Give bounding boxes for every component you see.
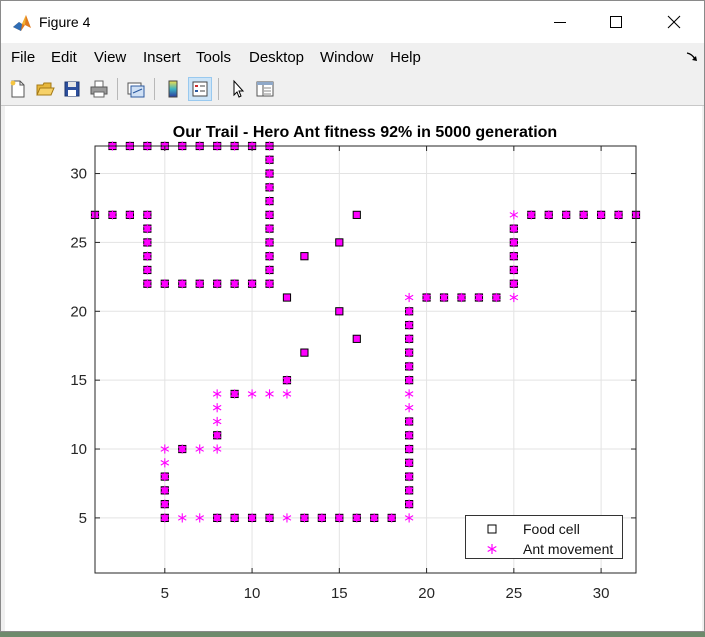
menu-bar: File Edit View Insert Tools Desktop Wind… xyxy=(1,43,704,71)
save-icon xyxy=(64,81,80,97)
folder-icon xyxy=(36,82,55,96)
menu-view[interactable]: View xyxy=(94,49,126,66)
legend-label-ant: Ant movement xyxy=(523,541,614,557)
x-tick-label: 15 xyxy=(331,585,348,602)
asterisk-marker-icon xyxy=(487,544,497,554)
property-inspector-icon xyxy=(256,81,274,97)
print-button[interactable] xyxy=(87,77,111,101)
insert-legend-button[interactable] xyxy=(188,77,212,101)
food-cell-marker xyxy=(300,252,309,261)
food-cell-marker xyxy=(352,210,361,219)
toolbar-separator xyxy=(117,78,118,100)
legend-entry-ant: Ant movement xyxy=(466,539,622,559)
legend-label-food: Food cell xyxy=(523,521,580,537)
figure-toolbar xyxy=(1,73,704,106)
new-file-icon xyxy=(10,80,25,98)
menu-tools[interactable]: Tools xyxy=(196,49,231,66)
menu-window[interactable]: Window xyxy=(320,49,373,66)
maximize-button[interactable] xyxy=(588,1,644,43)
menu-file[interactable]: File xyxy=(11,49,35,66)
x-tick-label: 25 xyxy=(505,585,522,602)
open-file-button[interactable] xyxy=(33,77,57,101)
y-tick-label: 25 xyxy=(70,234,87,251)
link-plot-button[interactable] xyxy=(124,77,148,101)
x-tick-label: 10 xyxy=(244,585,261,602)
chart-title: Our Trail - Hero Ant fitness 92% in 5000… xyxy=(173,124,557,141)
x-tick-label: 5 xyxy=(161,585,169,602)
y-tick-label: 20 xyxy=(70,303,87,320)
axes-background xyxy=(95,146,636,573)
figure-window: Figure 4 File Edit View Insert Tools Des… xyxy=(0,0,705,632)
legend-entry-food: Food cell xyxy=(466,519,622,539)
y-tick-label: 10 xyxy=(70,441,87,458)
dock-arrow-icon[interactable] xyxy=(686,52,698,62)
food-cell-marker xyxy=(335,238,344,247)
figure-canvas: 5 10 15 20 25 30 5 10 15 20 25 30 Our Trail - Hero … xyxy=(5,106,702,631)
y-tick-label: 15 xyxy=(70,372,87,389)
toolbar-separator xyxy=(154,78,155,100)
property-inspector-button[interactable] xyxy=(253,77,277,101)
close-button[interactable] xyxy=(646,1,702,43)
menu-edit[interactable]: Edit xyxy=(51,49,77,66)
food-cell-marker xyxy=(352,334,361,343)
close-icon xyxy=(667,15,681,29)
square-marker-icon xyxy=(487,524,497,534)
y-tick-label: 30 xyxy=(70,166,87,183)
pointer-arrow-icon xyxy=(233,79,245,98)
legend-icon xyxy=(192,81,208,97)
matlab-icon xyxy=(13,15,31,31)
x-tick-label: 30 xyxy=(593,585,610,602)
window-title: Figure 4 xyxy=(39,14,91,30)
food-cell-marker xyxy=(300,348,309,357)
printer-icon xyxy=(90,80,108,98)
link-plot-icon xyxy=(127,82,145,98)
edit-plot-button[interactable] xyxy=(226,77,250,101)
new-figure-button[interactable] xyxy=(6,77,30,101)
save-button[interactable] xyxy=(60,77,84,101)
minimize-button[interactable] xyxy=(532,1,588,43)
menu-desktop[interactable]: Desktop xyxy=(249,49,304,66)
toolbar-separator xyxy=(218,78,219,100)
title-bar[interactable]: Figure 4 xyxy=(1,1,704,43)
food-cell-marker xyxy=(335,307,344,316)
insert-colorbar-button[interactable] xyxy=(161,77,185,101)
menu-insert[interactable]: Insert xyxy=(143,49,181,66)
legend[interactable]: Food cell Ant movement xyxy=(465,515,623,559)
maximize-icon xyxy=(610,16,622,28)
minimize-icon xyxy=(554,22,566,23)
x-tick-label: 20 xyxy=(418,585,435,602)
colorbar-icon xyxy=(168,80,178,98)
y-tick-label: 5 xyxy=(79,510,87,527)
menu-help[interactable]: Help xyxy=(390,49,421,66)
food-cell-marker xyxy=(282,293,292,302)
